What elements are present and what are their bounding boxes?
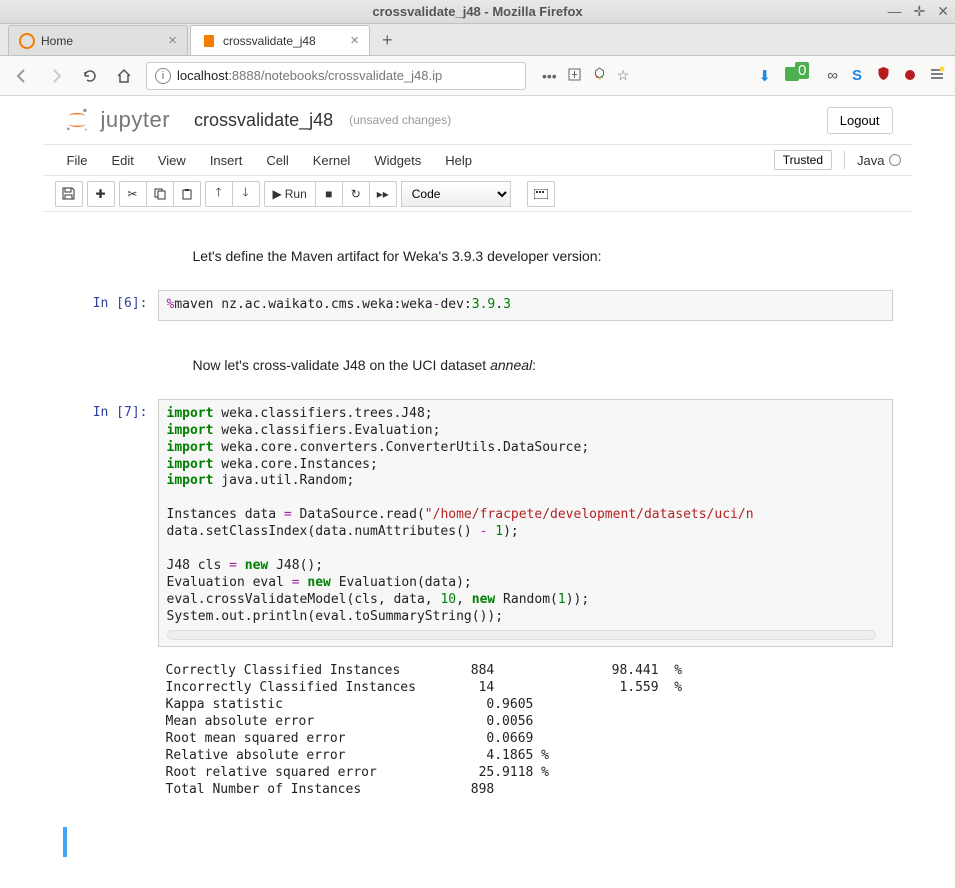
minimize-button[interactable]: — <box>888 3 902 20</box>
menu-widgets[interactable]: Widgets <box>362 153 433 168</box>
notebook-body: Let's define the Maven artifact for Weka… <box>43 212 913 888</box>
menu-icon[interactable] <box>929 66 945 86</box>
bookmark-icon[interactable]: ☆ <box>617 67 630 84</box>
forward-button[interactable] <box>44 64 68 88</box>
code-input[interactable]: import weka.classifiers.trees.J48; impor… <box>158 399 893 648</box>
url-actions: ••• ☆ <box>542 67 629 85</box>
reader-icon[interactable] <box>567 67 582 85</box>
kernel-status-icon <box>889 154 901 166</box>
notebook-name[interactable]: crossvalidate_j48 <box>194 110 333 131</box>
code-input[interactable]: %maven nz.ac.waikato.cms.weka:weka-dev:3… <box>158 290 893 321</box>
tab-home[interactable]: Home × <box>8 25 188 55</box>
code-cell-7[interactable]: In [7]: import weka.classifiers.trees.J4… <box>63 399 893 648</box>
window-title: crossvalidate_j48 - Mozilla Firefox <box>372 4 582 19</box>
close-icon[interactable]: × <box>350 32 359 49</box>
menu-view[interactable]: View <box>146 153 198 168</box>
kernel-indicator[interactable]: Java <box>857 153 900 168</box>
window-controls: — ✛ ✕ <box>888 3 949 20</box>
close-icon[interactable]: × <box>168 32 177 49</box>
close-button[interactable]: ✕ <box>937 3 949 20</box>
stop-button[interactable]: ■ <box>315 181 343 207</box>
markdown-cell[interactable]: Let's define the Maven artifact for Weka… <box>193 242 893 270</box>
extension-s-icon[interactable]: S <box>852 67 862 84</box>
input-prompt: In [7]: <box>63 399 158 648</box>
home-icon <box>19 33 35 49</box>
jupyter-logo[interactable]: jupyter crossvalidate_j48 (unsaved chang… <box>63 106 452 134</box>
extension-green-icon[interactable]: 0 <box>785 67 813 85</box>
menu-insert[interactable]: Insert <box>198 153 255 168</box>
new-tab-button[interactable]: + <box>372 25 403 55</box>
copy-button[interactable] <box>146 181 174 207</box>
cell-output: Correctly Classified Instances 884 98.44… <box>158 655 893 806</box>
tab-label: crossvalidate_j48 <box>223 34 344 48</box>
window-titlebar: crossvalidate_j48 - Mozilla Firefox — ✛ … <box>0 0 955 24</box>
notebook-toolbar: ✚ ✂ 🡑 🡓 ▶Run ■ ↻ ▸▸ Code <box>43 176 913 212</box>
menu-help[interactable]: Help <box>433 153 484 168</box>
menubar: File Edit View Insert Cell Kernel Widget… <box>43 144 913 176</box>
command-palette-button[interactable] <box>527 181 555 207</box>
logout-button[interactable]: Logout <box>827 107 893 134</box>
url-input[interactable]: i localhost:8888/notebooks/crossvalidate… <box>146 62 526 90</box>
kernel-name: Java <box>857 153 884 168</box>
save-status: (unsaved changes) <box>349 113 451 127</box>
cell-type-select[interactable]: Code <box>401 181 511 207</box>
trusted-badge[interactable]: Trusted <box>774 150 832 170</box>
horizontal-scrollbar[interactable] <box>167 630 876 640</box>
reload-button[interactable] <box>78 64 102 88</box>
move-up-button[interactable]: 🡑 <box>205 181 233 207</box>
browser-tabstrip: Home × crossvalidate_j48 × + <box>0 24 955 56</box>
extension-red-icon[interactable] <box>905 67 915 84</box>
download-icon[interactable]: ⬇ <box>758 67 771 85</box>
permissions-icon[interactable] <box>592 67 607 85</box>
paste-button[interactable] <box>173 181 201 207</box>
input-prompt: In [6]: <box>63 290 158 321</box>
code-cell-6[interactable]: In [6]: %maven nz.ac.waikato.cms.weka:we… <box>63 290 893 321</box>
run-button[interactable]: ▶Run <box>264 181 316 207</box>
save-button[interactable] <box>55 181 83 207</box>
menu-kernel[interactable]: Kernel <box>301 153 363 168</box>
restart-button[interactable]: ↻ <box>342 181 370 207</box>
tab-notebook[interactable]: crossvalidate_j48 × <box>190 25 370 55</box>
browser-urlbar: i localhost:8888/notebooks/crossvalidate… <box>0 56 955 96</box>
jupyter-icon <box>63 106 91 134</box>
info-icon[interactable]: i <box>155 68 171 84</box>
notebook-icon <box>201 33 217 49</box>
add-cell-button[interactable]: ✚ <box>87 181 115 207</box>
fast-forward-button[interactable]: ▸▸ <box>369 181 397 207</box>
maximize-button[interactable]: ✛ <box>914 3 926 20</box>
back-button[interactable] <box>10 64 34 88</box>
home-button[interactable] <box>112 64 136 88</box>
extension-shield-icon[interactable] <box>876 66 891 85</box>
toolbar-extensions: ⬇ 0 ∞ S <box>758 66 945 86</box>
next-cell[interactable] <box>63 827 893 857</box>
tab-label: Home <box>41 34 162 48</box>
jupyter-text: jupyter <box>101 107 171 133</box>
menu-file[interactable]: File <box>55 153 100 168</box>
more-icon[interactable]: ••• <box>542 68 557 84</box>
markdown-cell[interactable]: Now let's cross-validate J48 on the UCI … <box>193 351 893 379</box>
extension-infinity-icon[interactable]: ∞ <box>827 67 838 84</box>
cut-button[interactable]: ✂ <box>119 181 147 207</box>
page-content: jupyter crossvalidate_j48 (unsaved chang… <box>0 96 955 888</box>
menu-edit[interactable]: Edit <box>99 153 145 168</box>
notebook-header: jupyter crossvalidate_j48 (unsaved chang… <box>43 96 913 144</box>
url-text: localhost:8888/notebooks/crossvalidate_j… <box>177 68 442 83</box>
menu-cell[interactable]: Cell <box>254 153 300 168</box>
move-down-button[interactable]: 🡓 <box>232 181 260 207</box>
